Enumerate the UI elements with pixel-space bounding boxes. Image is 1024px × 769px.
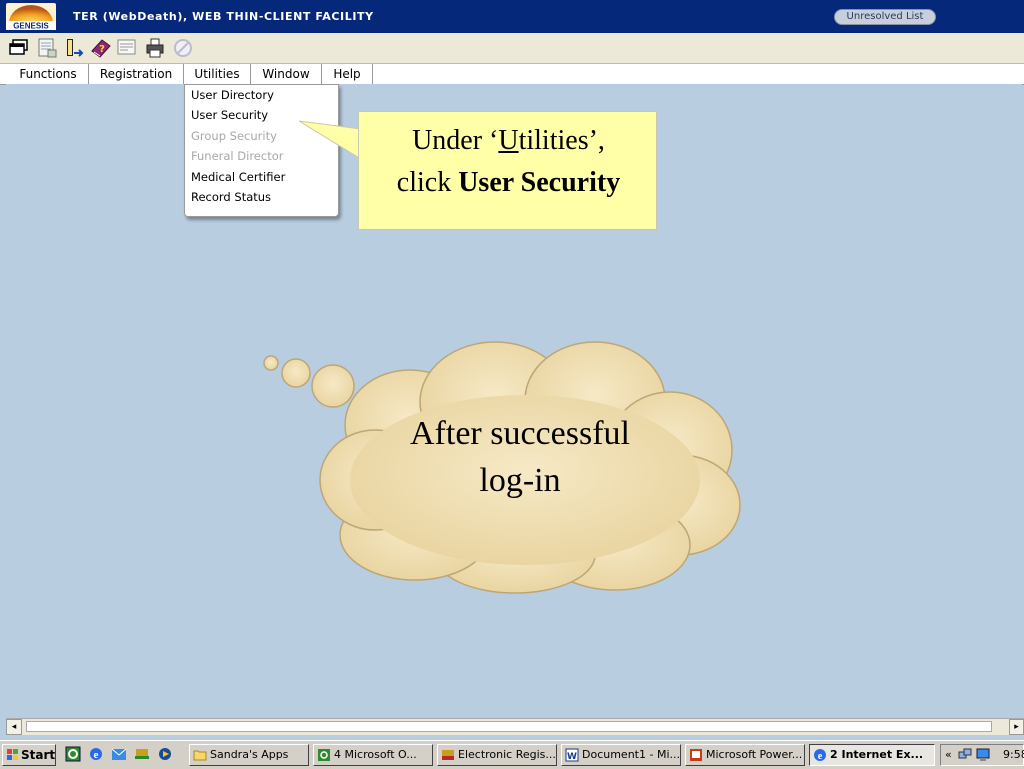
- scroll-track[interactable]: [26, 721, 992, 732]
- scroll-left-arrow-icon[interactable]: ◂: [6, 719, 22, 735]
- menu-item-user-directory[interactable]: User Directory: [191, 85, 274, 105]
- user-import-icon[interactable]: [64, 37, 86, 59]
- word-icon: W: [565, 748, 579, 762]
- callout-text: Under ‘Utilities’, click User Security: [396, 125, 621, 198]
- svg-text:?: ?: [99, 44, 105, 55]
- folder-icon: [193, 750, 207, 761]
- title-bar: GENESIS TER (WebDeath), WEB THIN-CLIENT …: [0, 0, 1024, 33]
- help-book-icon[interactable]: ?: [90, 37, 112, 59]
- taskbar-button-document1-word[interactable]: W Document1 - Mi...: [561, 744, 681, 766]
- monitor-status-icon[interactable]: [976, 748, 990, 762]
- printer-icon[interactable]: [144, 37, 166, 59]
- menu-item-record-status[interactable]: Record Status: [191, 187, 271, 207]
- app-title: TER (WebDeath), WEB THIN-CLIENT FACILITY: [73, 10, 374, 23]
- taskbar-button-sandras-apps[interactable]: Sandra's Apps: [189, 744, 309, 766]
- menu-item-medical-certifier[interactable]: Medical Certifier: [191, 167, 285, 187]
- instruction-callout: Under ‘Utilities’, click User Security: [358, 111, 657, 230]
- menu-help[interactable]: Help: [322, 64, 373, 84]
- taskbar-button-electronic-registry[interactable]: Electronic Regis...: [437, 744, 557, 766]
- menu-item-group-security: Group Security: [191, 129, 277, 143]
- registry-icon: [442, 750, 454, 760]
- outlook-express-icon[interactable]: [111, 746, 127, 762]
- disabled-icon: [174, 39, 192, 57]
- svg-text:e: e: [818, 751, 823, 762]
- windows-icon[interactable]: [8, 37, 30, 59]
- ie-quicklaunch-icon[interactable]: e: [88, 746, 104, 762]
- tray-expand-chevron-icon[interactable]: «: [945, 745, 952, 765]
- genesis-logo: GENESIS: [6, 3, 56, 30]
- menu-bar: Functions Registration Utilities Window …: [0, 64, 1024, 85]
- start-label: Start: [21, 748, 56, 762]
- scroll-right-arrow-icon[interactable]: ▸: [1009, 719, 1024, 735]
- system-tray: « 9:58: [940, 744, 1024, 766]
- svg-text:GENESIS: GENESIS: [13, 22, 49, 31]
- menu-utilities[interactable]: Utilities: [184, 64, 251, 84]
- document-icon[interactable]: [36, 37, 58, 59]
- system-clock: 9:58: [1003, 748, 1024, 761]
- start-button[interactable]: Start: [2, 744, 56, 766]
- unresolved-list-button[interactable]: Unresolved List: [834, 9, 936, 25]
- menu-item-user-security[interactable]: User Security: [191, 105, 268, 125]
- powerpoint-icon: [690, 749, 702, 761]
- taskbar-button-microsoft-powerpoint[interactable]: Microsoft Power...: [685, 744, 805, 766]
- thought-bubble-text: After successful log-in: [410, 415, 630, 499]
- taskbar-button-internet-explorer[interactable]: e 2 Internet Ex...: [809, 744, 935, 766]
- toolbar: ?: [0, 33, 1024, 64]
- svg-text:e: e: [94, 749, 99, 761]
- notes-icon[interactable]: [116, 37, 138, 59]
- menu-item-funeral-director: Funeral Director: [191, 149, 284, 163]
- media-player-icon[interactable]: [157, 746, 173, 762]
- network-icon[interactable]: [134, 746, 150, 762]
- taskbar-button-microsoft-outlook[interactable]: 4 Microsoft O...: [313, 744, 433, 766]
- taskbar: Start e Sandra's Apps 4 Microsoft O... E…: [0, 740, 1024, 769]
- green-app-icon[interactable]: [65, 746, 81, 762]
- outlook-icon: [318, 749, 330, 761]
- menu-window[interactable]: Window: [251, 64, 322, 84]
- menu-functions[interactable]: Functions: [8, 64, 89, 84]
- callout-pointer: [298, 120, 362, 160]
- menu-registration[interactable]: Registration: [89, 64, 184, 84]
- ie-icon: e: [814, 749, 826, 762]
- horizontal-scrollbar[interactable]: ◂ ▸: [6, 718, 1024, 735]
- network-status-icon[interactable]: [958, 748, 972, 762]
- windows-flag-icon: [7, 749, 18, 760]
- svg-text:W: W: [567, 752, 577, 762]
